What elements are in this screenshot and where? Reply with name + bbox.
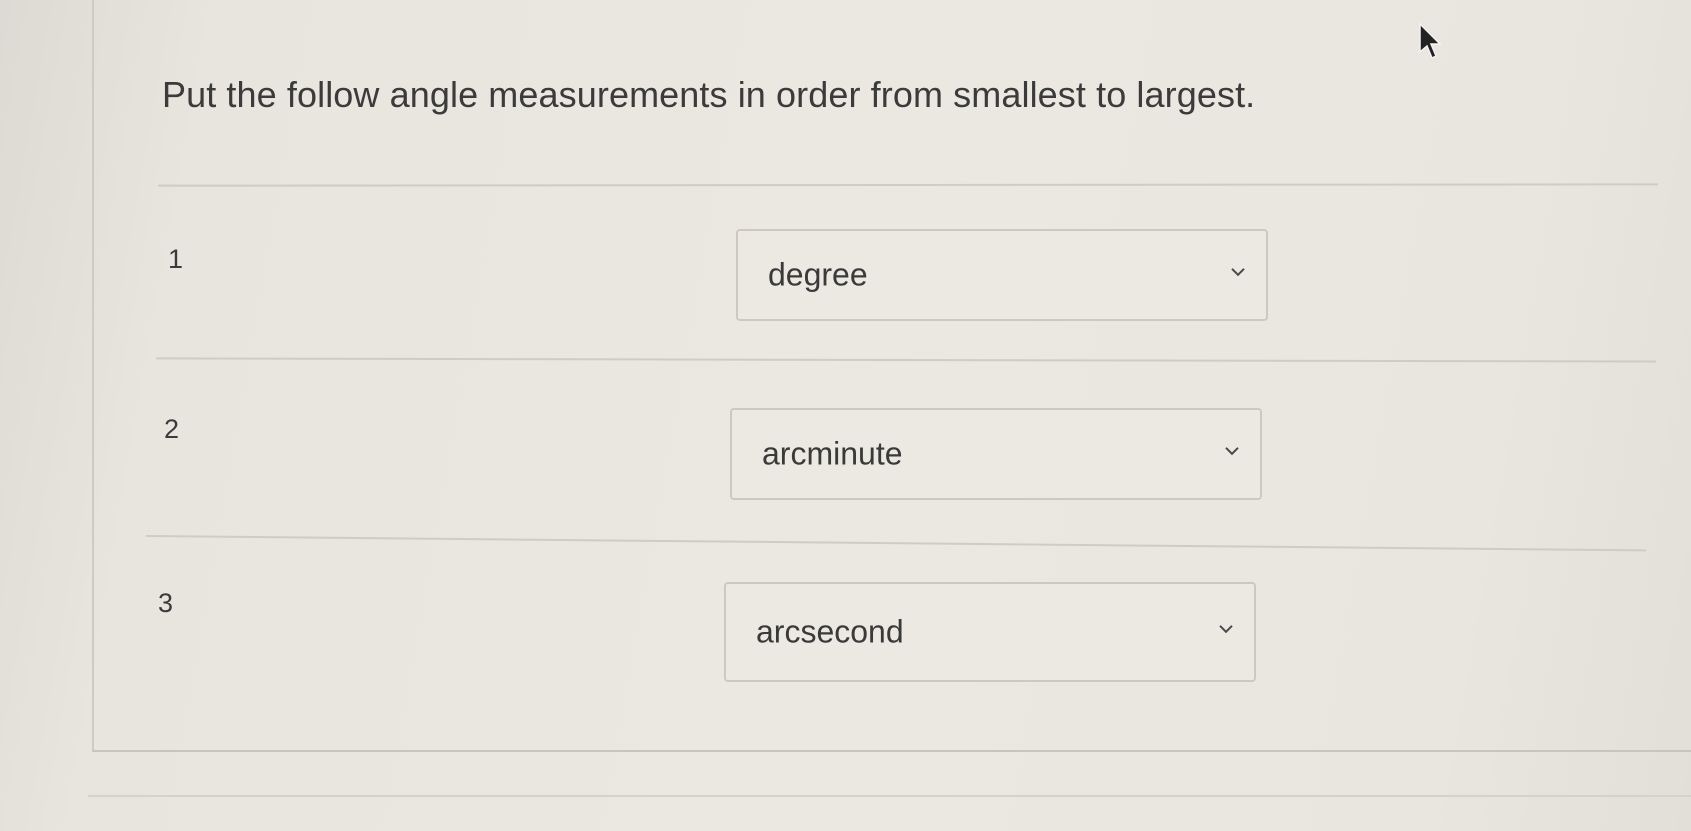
chevron-down-icon xyxy=(1231,268,1245,277)
row-number-2: 2 xyxy=(164,414,180,444)
chevron-down-icon xyxy=(1225,447,1239,456)
screen-background: Put the follow angle measurements in ord… xyxy=(0,0,1691,831)
order-select-1[interactable]: degree xyxy=(736,229,1268,321)
row-number-1: 1 xyxy=(168,244,184,274)
select-value-2: arcminute xyxy=(762,435,903,472)
row-number-3: 3 xyxy=(158,588,174,618)
select-value-3: arcsecond xyxy=(756,613,904,650)
chevron-down-icon xyxy=(1219,625,1233,634)
question-prompt: Put the follow angle measurements in ord… xyxy=(162,74,1256,115)
next-panel-edge xyxy=(88,795,1691,797)
select-value-1: degree xyxy=(768,256,868,293)
order-select-3[interactable]: arcsecond xyxy=(724,582,1256,682)
order-select-2[interactable]: arcminute xyxy=(730,408,1262,500)
mouse-cursor-icon xyxy=(1419,22,1442,60)
